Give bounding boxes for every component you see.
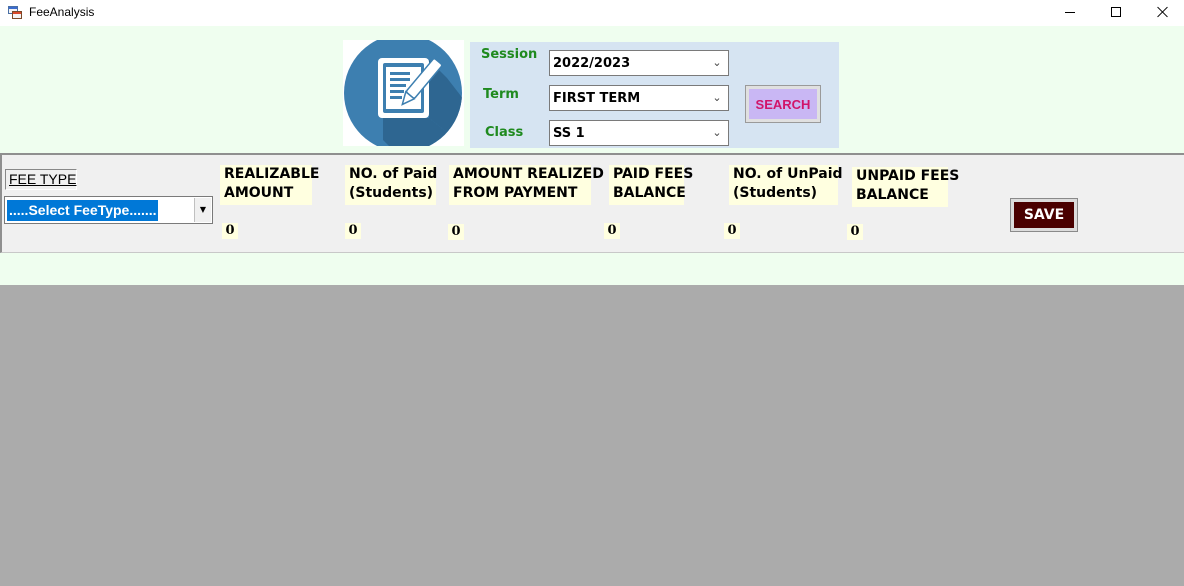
- save-button-label: SAVE: [1014, 202, 1074, 228]
- minimize-button[interactable]: [1047, 0, 1093, 26]
- chevron-down-icon: ⌄: [712, 126, 722, 139]
- unpaid-fees-balance-header: UNPAID FEES BALANCE: [852, 167, 959, 207]
- term-select[interactable]: FIRST TERM ⌄: [549, 85, 729, 111]
- paid-fees-balance-header: PAID FEES BALANCE: [609, 165, 693, 205]
- session-select[interactable]: 2022/2023 ⌄: [549, 50, 729, 76]
- title-bar: FeeAnalysis: [0, 0, 1184, 26]
- search-button-label: SEARCH: [749, 89, 817, 119]
- fee-type-label: FEE TYPE: [5, 169, 77, 190]
- amount-realized-value: 0: [448, 224, 464, 240]
- class-select[interactable]: SS 1 ⌄: [549, 120, 729, 146]
- paid-students-header: NO. of Paid (Students): [345, 165, 437, 205]
- fee-type-select[interactable]: .....Select FeeType....... ▼: [4, 196, 213, 224]
- app-windows-icon: [8, 6, 22, 19]
- session-label: Session: [481, 47, 538, 62]
- fee-type-selected-value: .....Select FeeType.......: [7, 200, 158, 221]
- class-label: Class: [485, 125, 524, 140]
- minimize-icon: [1065, 12, 1075, 13]
- maximize-icon: [1111, 7, 1121, 17]
- close-button[interactable]: [1139, 0, 1184, 26]
- chevron-down-icon: ⌄: [712, 56, 722, 69]
- chevron-down-icon: ⌄: [712, 91, 722, 104]
- paid-fees-balance-value: 0: [604, 223, 620, 239]
- paid-students-value: 0: [345, 223, 361, 239]
- class-value: SS 1: [553, 126, 585, 141]
- session-value: 2022/2023: [553, 56, 631, 71]
- logo: [343, 40, 464, 146]
- content-area: [0, 285, 1184, 586]
- unpaid-students-header: NO. of UnPaid (Students): [729, 165, 843, 205]
- term-value: FIRST TERM: [553, 91, 641, 106]
- save-button[interactable]: SAVE: [1010, 198, 1078, 232]
- unpaid-students-value: 0: [724, 223, 740, 239]
- amount-realized-header: AMOUNT REALIZED FROM PAYMENT: [449, 165, 604, 205]
- dropdown-arrow-icon[interactable]: ▼: [194, 198, 211, 222]
- realizable-amount-header: REALIZABLE AMOUNT: [220, 165, 319, 205]
- unpaid-fees-balance-value: 0: [847, 224, 863, 240]
- term-label: Term: [483, 87, 519, 102]
- maximize-button[interactable]: [1093, 0, 1139, 26]
- window-title: FeeAnalysis: [29, 5, 95, 19]
- realizable-amount-value: 0: [222, 223, 238, 239]
- document-pen-icon: [344, 40, 462, 146]
- search-button[interactable]: SEARCH: [745, 85, 821, 123]
